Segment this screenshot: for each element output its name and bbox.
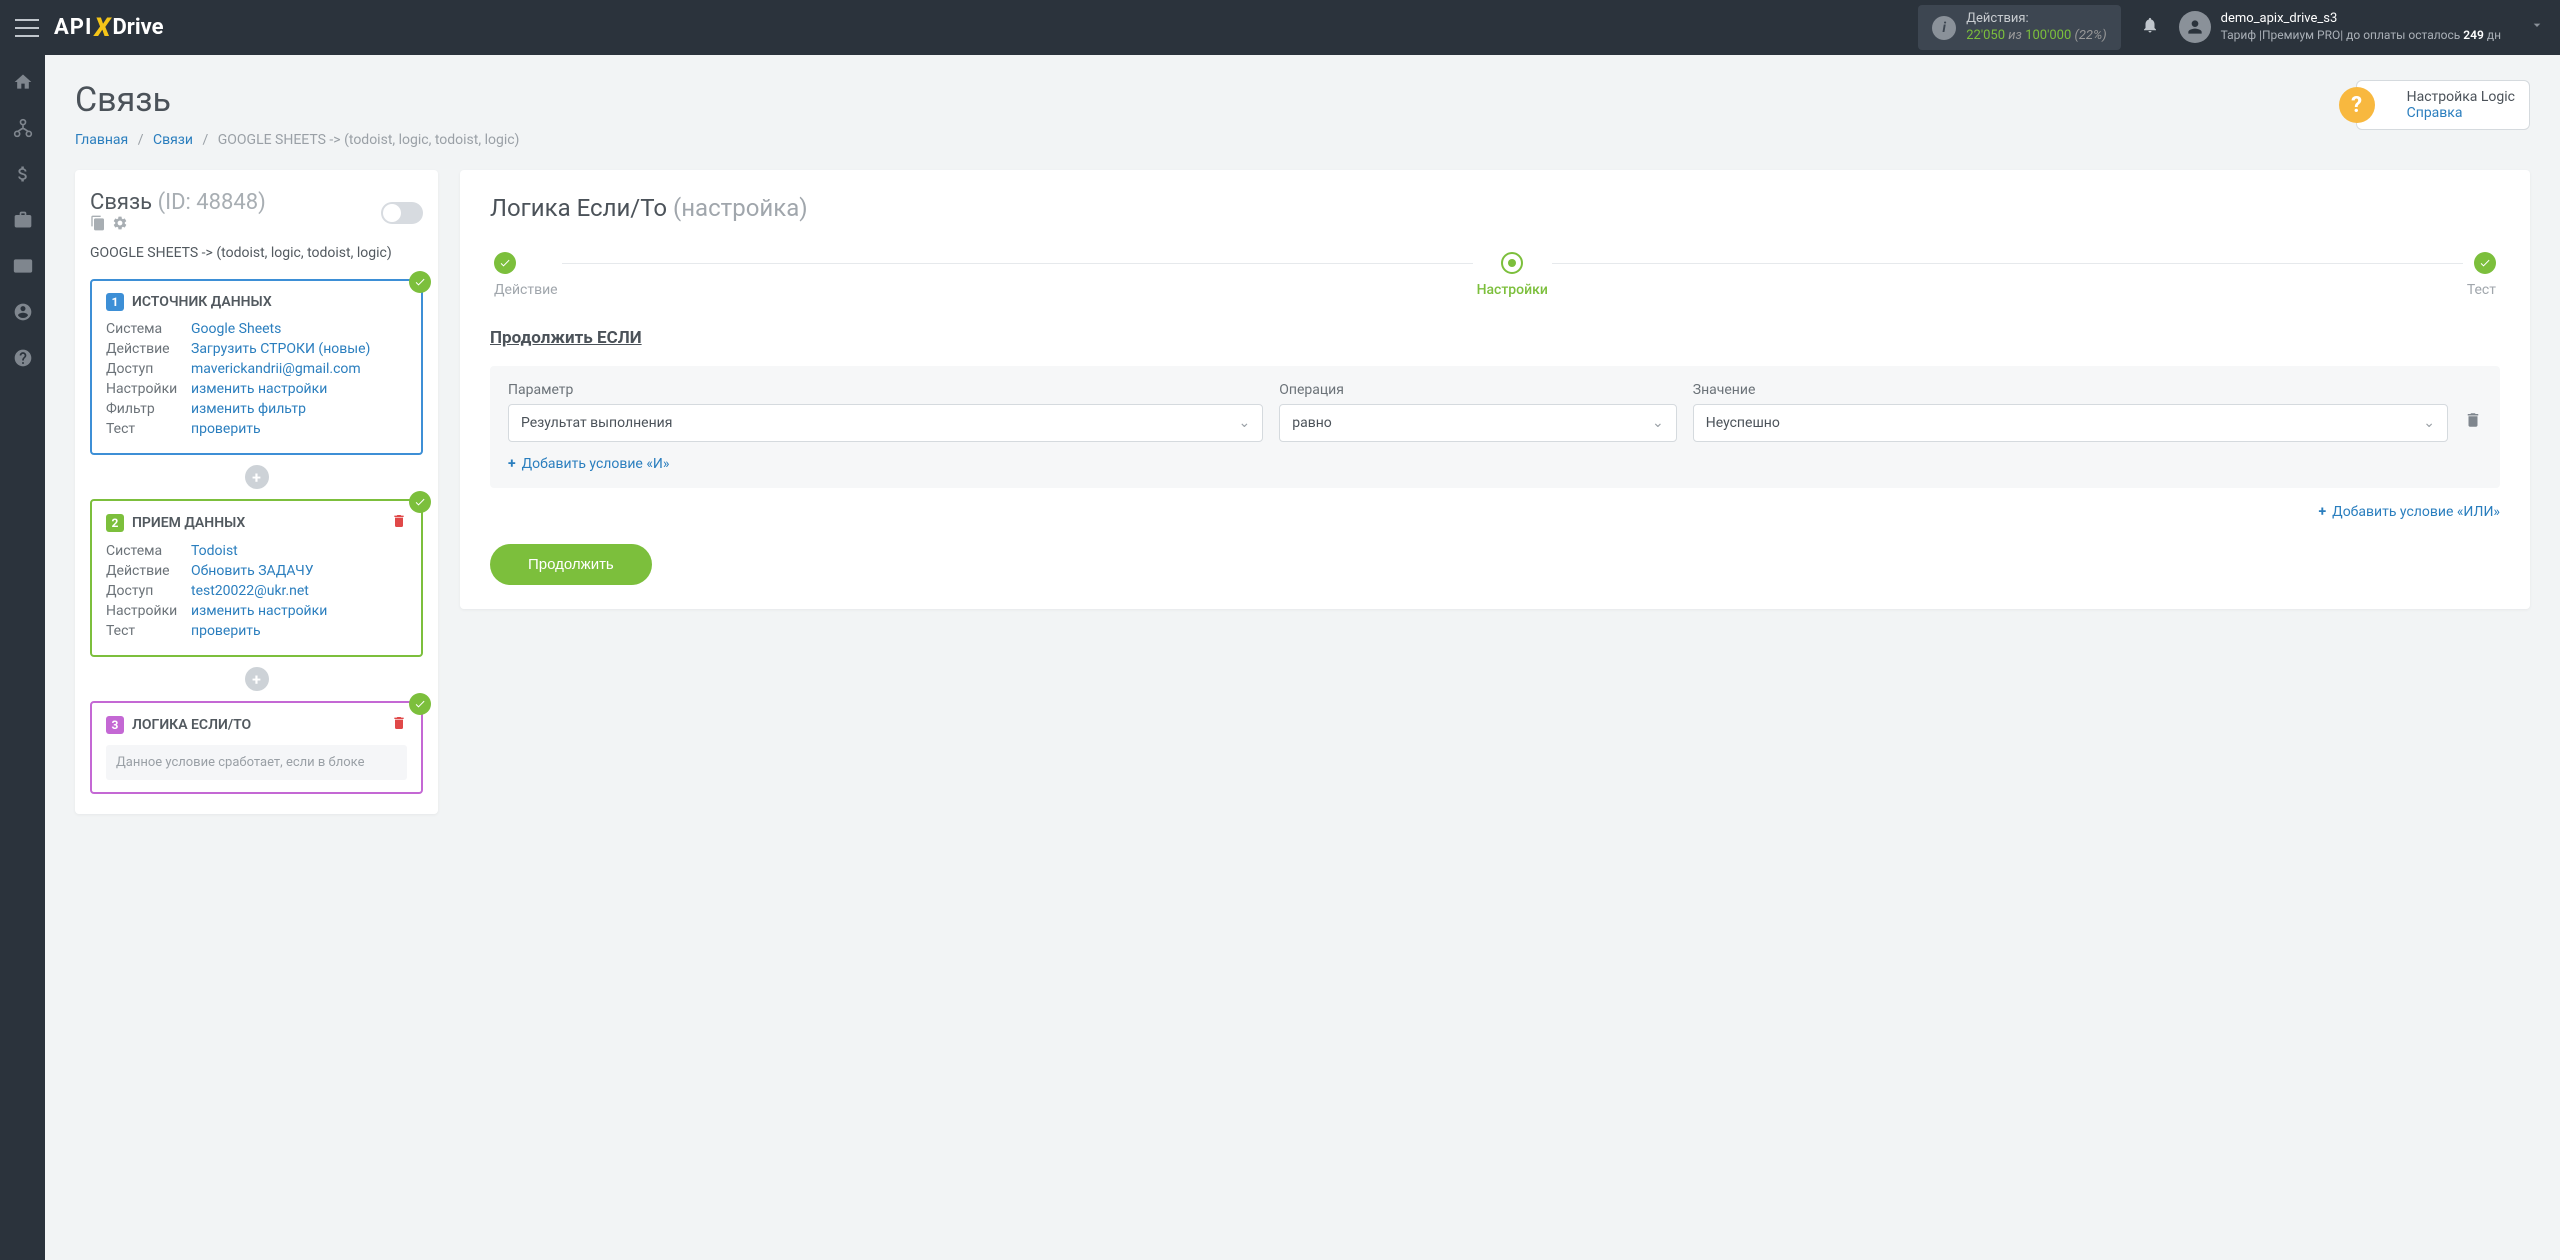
left-panel: Связь (ID: 48848) GOOGLE SHEE xyxy=(75,170,438,814)
actions-values: 22'050 из 100'000 (22%) xyxy=(1966,28,2106,45)
avatar-icon xyxy=(2179,11,2211,43)
rp-title: Логика Если/То (настройка) xyxy=(490,194,2500,222)
source-settings[interactable]: изменить настройки xyxy=(191,381,327,397)
breadcrumb: Главная / Связи / GOOGLE SHEETS -> (todo… xyxy=(75,132,519,148)
main-content: Связь Главная / Связи / GOOGLE SHEETS ->… xyxy=(45,55,2560,839)
sidebar-connections[interactable] xyxy=(11,116,35,140)
plus-icon: + xyxy=(508,456,516,472)
sidebar-home[interactable] xyxy=(11,70,35,94)
block-logic[interactable]: 3 ЛОГИКА ЕСЛИ/ТО Данное условие сработае… xyxy=(90,701,423,794)
dest-settings[interactable]: изменить настройки xyxy=(191,603,327,619)
help-title: Настройка Logic xyxy=(2407,89,2515,105)
check-icon xyxy=(409,271,431,293)
breadcrumb-current: GOOGLE SHEETS -> (todoist, logic, todois… xyxy=(218,132,520,148)
sidebar-billing[interactable] xyxy=(11,162,35,186)
step-test[interactable]: Тест xyxy=(2463,252,2500,298)
dest-access[interactable]: test20022@ukr.net xyxy=(191,583,309,599)
check-icon xyxy=(409,491,431,513)
breadcrumb-links[interactable]: Связи xyxy=(153,132,193,148)
actions-counter[interactable]: i Действия: 22'050 из 100'000 (22%) xyxy=(1918,5,2120,51)
dest-action[interactable]: Обновить ЗАДАЧУ xyxy=(191,563,314,579)
sidebar-video[interactable] xyxy=(11,254,35,278)
help-link[interactable]: Справка xyxy=(2407,105,2515,121)
sidebar xyxy=(0,55,45,1260)
condition-box: Параметр Результат выполнения ⌄ Операция… xyxy=(490,366,2500,488)
block-num: 1 xyxy=(106,293,124,311)
user-tariff: Тариф |Премиум PRO| до оплаты осталось 2… xyxy=(2221,28,2501,44)
logo[interactable]: API X Drive xyxy=(54,13,164,43)
chevron-down-icon: ⌄ xyxy=(2423,415,2435,431)
menu-button[interactable] xyxy=(15,19,39,37)
logo-x: X xyxy=(94,13,110,43)
block-num: 2 xyxy=(106,514,124,532)
add-node-button[interactable]: + xyxy=(245,667,269,691)
gear-icon[interactable] xyxy=(112,215,128,235)
source-test[interactable]: проверить xyxy=(191,421,261,437)
link-toggle[interactable] xyxy=(381,202,423,224)
delete-icon[interactable] xyxy=(391,715,407,735)
stepper: Действие Настройки Тест xyxy=(490,252,2500,298)
op-label: Операция xyxy=(1279,382,1677,398)
sidebar-help[interactable] xyxy=(11,346,35,370)
op-select[interactable]: равно ⌄ xyxy=(1279,404,1677,442)
logo-drive: Drive xyxy=(112,15,163,40)
top-header: API X Drive i Действия: 22'050 из 100'00… xyxy=(0,0,2560,55)
chevron-down-icon xyxy=(2529,17,2545,37)
block-num: 3 xyxy=(106,716,124,734)
dest-test[interactable]: проверить xyxy=(191,623,261,639)
param-select[interactable]: Результат выполнения ⌄ xyxy=(508,404,1263,442)
block-destination[interactable]: 2 ПРИЕМ ДАННЫХ СистемаTodoist ДействиеОб… xyxy=(90,499,423,657)
delete-icon[interactable] xyxy=(391,513,407,533)
block-source[interactable]: 1 ИСТОЧНИК ДАННЫХ СистемаGoogle Sheets Д… xyxy=(90,279,423,455)
block-note: Данное условие сработает, если в блоке xyxy=(106,745,407,780)
source-access[interactable]: maverickandrii@gmail.com xyxy=(191,361,361,377)
source-filter[interactable]: изменить фильтр xyxy=(191,401,306,417)
dest-system[interactable]: Todoist xyxy=(191,543,238,559)
param-label: Параметр xyxy=(508,382,1263,398)
source-action[interactable]: Загрузить СТРОКИ (новые) xyxy=(191,341,370,357)
bell-icon[interactable] xyxy=(2141,16,2159,39)
add-or-link[interactable]: + Добавить условие «ИЛИ» xyxy=(490,504,2500,520)
block-title: ПРИЕМ ДАННЫХ xyxy=(132,515,245,531)
link-subtitle: GOOGLE SHEETS -> (todoist, logic, todois… xyxy=(90,245,423,261)
actions-label: Действия: xyxy=(1966,11,2106,28)
block-title: ЛОГИКА ЕСЛИ/ТО xyxy=(132,717,251,733)
user-name: demo_apix_drive_s3 xyxy=(2221,11,2501,28)
sidebar-briefcase[interactable] xyxy=(11,208,35,232)
check-icon xyxy=(409,693,431,715)
info-icon: i xyxy=(1932,16,1956,40)
copy-icon[interactable] xyxy=(90,215,106,235)
add-node-button[interactable]: + xyxy=(245,465,269,489)
add-and-link[interactable]: + Добавить условие «И» xyxy=(508,456,669,472)
continue-button[interactable]: Продолжить xyxy=(490,544,652,585)
delete-condition-icon[interactable] xyxy=(2464,411,2482,442)
user-menu[interactable]: demo_apix_drive_s3 Тариф |Премиум PRO| д… xyxy=(2179,11,2545,43)
page-title: Связь xyxy=(75,80,519,120)
right-panel: Логика Если/То (настройка) Действие Наст… xyxy=(460,170,2530,609)
section-continue-if: Продолжить ЕСЛИ xyxy=(490,328,2500,348)
step-action[interactable]: Действие xyxy=(490,252,562,298)
chevron-down-icon: ⌄ xyxy=(1652,415,1664,431)
help-bubble-icon: ? xyxy=(2339,87,2375,123)
help-box: ? Настройка Logic Справка xyxy=(2356,80,2530,130)
val-select[interactable]: Неуспешно ⌄ xyxy=(1693,404,2448,442)
step-settings[interactable]: Настройки xyxy=(1473,252,1552,298)
chevron-down-icon: ⌄ xyxy=(1239,415,1251,431)
sidebar-user[interactable] xyxy=(11,300,35,324)
logo-api: API xyxy=(54,15,92,40)
val-label: Значение xyxy=(1693,382,2448,398)
source-system[interactable]: Google Sheets xyxy=(191,321,281,337)
breadcrumb-home[interactable]: Главная xyxy=(75,132,128,148)
plus-icon: + xyxy=(2319,504,2327,520)
block-title: ИСТОЧНИК ДАННЫХ xyxy=(132,294,272,310)
link-title: Связь (ID: 48848) xyxy=(90,190,266,235)
